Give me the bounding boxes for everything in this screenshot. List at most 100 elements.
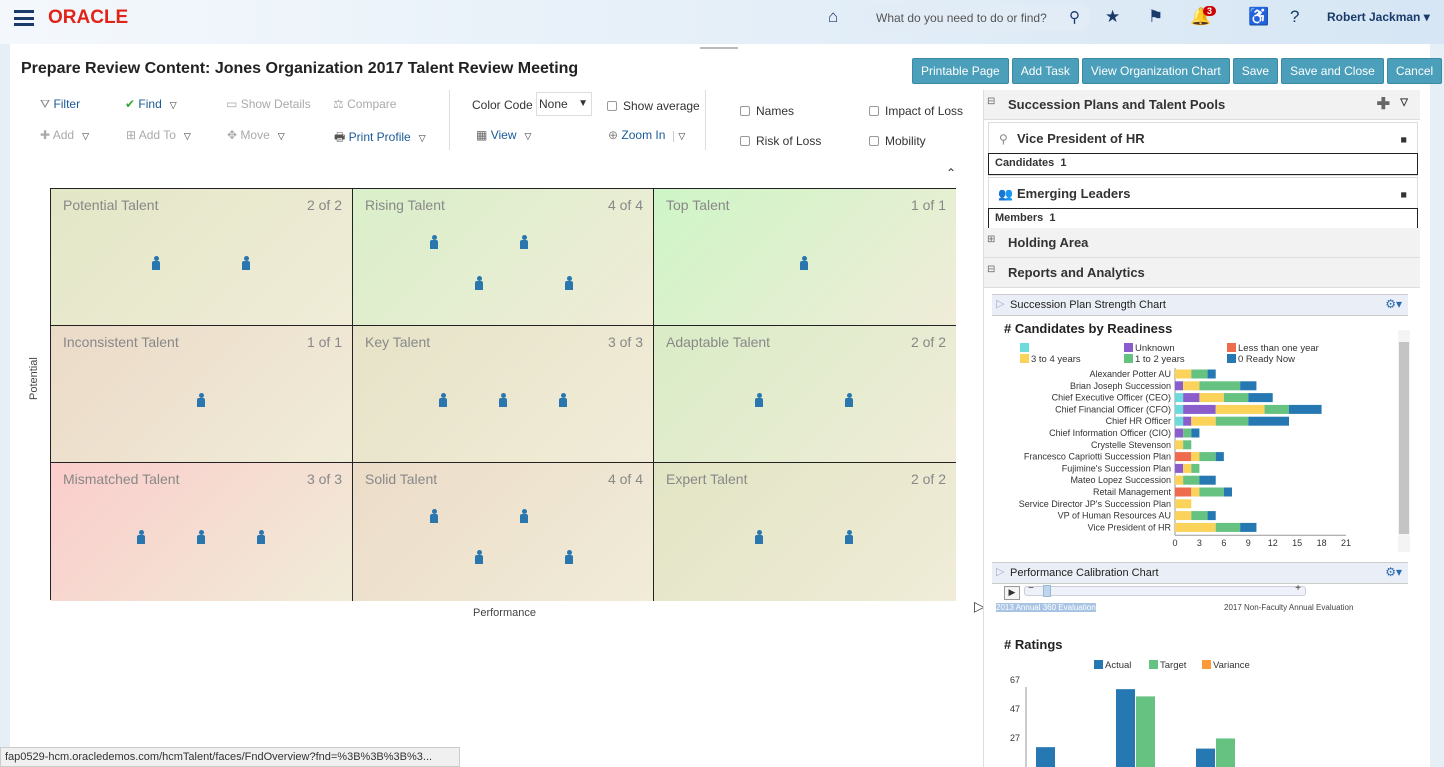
person-icon[interactable] [755, 392, 763, 407]
person-icon[interactable] [475, 276, 483, 291]
person-icon[interactable] [520, 234, 528, 249]
show-average-checkbox[interactable]: Show average [607, 99, 700, 113]
collapse-icon[interactable]: ⊟ [987, 264, 995, 275]
person-icon[interactable] [197, 392, 205, 407]
gear-icon[interactable]: ⚙▾ [1385, 565, 1402, 579]
talent-pool-card[interactable]: 👥 Emerging Leaders ◼ Members 1 [988, 177, 1418, 231]
holding-area-header[interactable]: ⊞ Holding Area [984, 228, 1420, 258]
menu-icon[interactable] [14, 10, 34, 26]
person-icon[interactable] [197, 529, 205, 544]
add-button[interactable]: ✚ Add ▽ [40, 128, 89, 142]
chevron-down-icon[interactable]: ▽ [1400, 97, 1408, 108]
compare-button[interactable]: ⚖ Compare [333, 97, 396, 111]
accessibility-icon[interactable]: ♿ [1248, 7, 1269, 27]
card-menu-icon[interactable]: ◼ [1400, 190, 1407, 199]
find-button[interactable]: ✔ Find ▽ [125, 97, 177, 111]
person-icon[interactable] [565, 276, 573, 291]
grid-cell[interactable]: Adaptable Talent 2 of 2 [654, 326, 956, 463]
card-menu-icon[interactable]: ◼ [1400, 135, 1407, 144]
person-icon[interactable] [439, 392, 447, 407]
home-icon[interactable]: ⌂ [828, 7, 838, 27]
color-code-select[interactable]: None ▼ [536, 92, 592, 116]
evaluation-slider[interactable]: − + [1024, 583, 1306, 597]
chevron-down-icon[interactable]: ▽ [673, 131, 685, 142]
slider-handle[interactable] [1043, 585, 1051, 597]
grid-cell[interactable]: Potential Talent 2 of 2 [51, 189, 353, 326]
move-button[interactable]: ✥ Move ▽ [227, 128, 285, 142]
grid-cell[interactable]: Expert Talent 2 of 2 [654, 463, 956, 601]
show-details-button[interactable]: ▭ Show Details [226, 97, 311, 111]
grid-cell[interactable]: Rising Talent 4 of 4 [353, 189, 654, 326]
filter-button[interactable]: ⛛ Filter [40, 97, 80, 112]
help-icon[interactable]: ? [1290, 7, 1299, 27]
print-profile-button[interactable]: 🖶 Print Profile ▽ [334, 128, 426, 149]
grid-cell[interactable]: Top Talent 1 of 1 [654, 189, 956, 326]
person-icon[interactable] [257, 529, 265, 544]
person-icon[interactable] [430, 234, 438, 249]
view-button[interactable]: ▦ View ▽ [476, 128, 531, 142]
add-task-button[interactable]: Add Task [1011, 58, 1079, 84]
play-button[interactable]: ▶ [1004, 586, 1020, 600]
checkbox[interactable] [740, 106, 750, 116]
person-icon[interactable] [520, 508, 528, 523]
person-icon[interactable] [137, 529, 145, 544]
grid-cell[interactable]: Key Talent 3 of 3 [353, 326, 654, 463]
printable-page-button[interactable]: Printable Page [912, 58, 1009, 84]
impact-of-loss-checkbox[interactable]: Impact of Loss [869, 104, 963, 118]
chevron-down-icon[interactable]: ▽ [82, 131, 89, 142]
search-icon[interactable]: ⚲ [1069, 8, 1080, 26]
scrollbar-thumb[interactable] [1399, 342, 1409, 534]
minus-icon[interactable]: − [1028, 583, 1034, 594]
favorites-star-icon[interactable]: ★ [1105, 7, 1120, 27]
chevron-down-icon[interactable]: ▽ [278, 131, 285, 142]
person-icon[interactable] [499, 392, 507, 407]
risk-of-loss-checkbox[interactable]: Risk of Loss [740, 134, 821, 148]
grid-cell[interactable]: Solid Talent 4 of 4 [353, 463, 654, 601]
person-icon[interactable] [430, 508, 438, 523]
person-icon[interactable] [845, 392, 853, 407]
user-menu[interactable]: Robert Jackman ▾ [1327, 10, 1430, 24]
save-button[interactable]: Save [1232, 58, 1279, 84]
person-icon[interactable] [475, 550, 483, 565]
succession-plans-header[interactable]: ⊟ Succession Plans and Talent Pools ✚ ▽ [984, 90, 1420, 120]
person-icon[interactable] [559, 392, 567, 407]
search-input[interactable]: What do you need to do or find? ⚲ [864, 4, 1090, 30]
gear-icon[interactable]: ⚙▾ [1385, 297, 1402, 311]
calibration-chart-header[interactable]: ▷ Performance Calibration Chart ⚙▾ [992, 562, 1408, 584]
mobility-checkbox[interactable]: Mobility [869, 134, 926, 148]
view-org-chart-button[interactable]: View Organization Chart [1081, 58, 1230, 84]
person-icon[interactable] [845, 529, 853, 544]
add-icon[interactable]: ✚ [1377, 94, 1390, 114]
chevron-right-icon[interactable]: ▷ [996, 297, 1004, 310]
save-and-close-button[interactable]: Save and Close [1281, 58, 1384, 84]
person-icon[interactable] [755, 529, 763, 544]
cancel-button[interactable]: Cancel [1386, 58, 1443, 84]
collapse-toolbar-icon[interactable]: ⌃ [946, 166, 956, 180]
person-icon[interactable] [565, 550, 573, 565]
expand-icon[interactable]: ⊞ [987, 234, 995, 245]
reports-analytics-header[interactable]: ⊟ Reports and Analytics [984, 258, 1420, 288]
checkbox[interactable] [740, 136, 750, 146]
plus-icon[interactable]: + [1295, 583, 1301, 594]
checkbox[interactable] [607, 101, 617, 111]
person-icon[interactable] [152, 255, 160, 270]
person-icon[interactable] [242, 255, 250, 270]
grid-cell[interactable]: Inconsistent Talent 1 of 1 [51, 326, 353, 463]
collapse-icon[interactable]: ⊟ [987, 96, 995, 107]
zoom-in-button[interactable]: ⊕ Zoom In ▽ [608, 128, 685, 142]
names-checkbox[interactable]: Names [740, 104, 794, 118]
chevron-down-icon[interactable]: ▽ [184, 131, 191, 142]
succession-chart-header[interactable]: ▷ Succession Plan Strength Chart ⚙▾ [992, 294, 1408, 316]
chart-scrollbar[interactable] [1398, 330, 1410, 552]
chevron-down-icon[interactable]: ▽ [170, 100, 177, 111]
chevron-right-icon[interactable]: ▷ [996, 565, 1004, 578]
person-icon[interactable] [800, 255, 808, 270]
resize-handle[interactable] [700, 47, 738, 49]
chevron-down-icon[interactable]: ▽ [524, 131, 531, 142]
chevron-down-icon[interactable]: ▽ [419, 133, 426, 144]
succession-plan-card[interactable]: ⚲ Vice President of HR ◼ Candidates 1 [988, 122, 1418, 176]
checkbox[interactable] [869, 106, 879, 116]
grid-cell[interactable]: Mismatched Talent 3 of 3 [51, 463, 353, 601]
flag-icon[interactable]: ⚑ [1148, 7, 1163, 27]
checkbox[interactable] [869, 136, 879, 146]
